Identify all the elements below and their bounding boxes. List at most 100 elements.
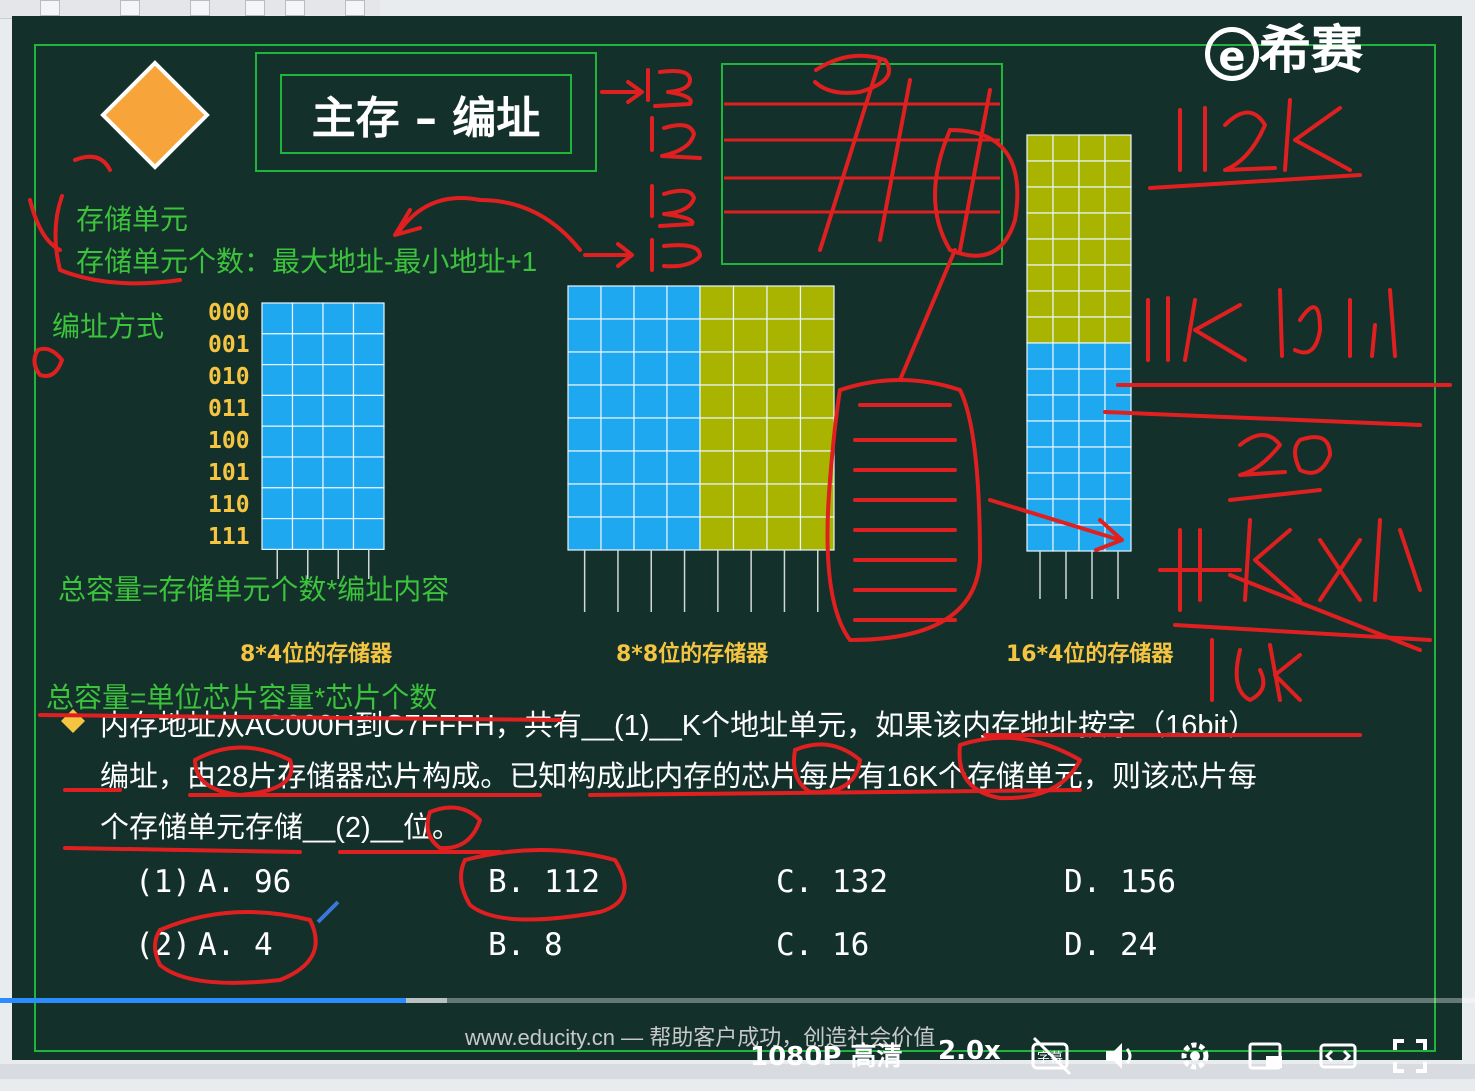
memory-cell bbox=[766, 483, 802, 518]
memory-cell bbox=[666, 318, 701, 353]
memory-cell bbox=[699, 351, 735, 386]
video-player[interactable]: e 希赛 主存 – 编址 存储单元 存储单元个数：最大地址-最小地址+1 编址方式… bbox=[0, 0, 1475, 1079]
memory-cell bbox=[567, 318, 602, 353]
memory-16x4-bottom bbox=[1026, 342, 1132, 552]
memory-cell bbox=[699, 483, 735, 518]
memory-cell bbox=[1052, 290, 1080, 318]
memory-cell bbox=[1078, 186, 1106, 214]
memory-cell bbox=[1078, 134, 1106, 162]
memory-cell bbox=[766, 384, 802, 419]
memory-cell bbox=[633, 318, 668, 353]
memory-cell bbox=[1026, 134, 1054, 162]
memory-cell bbox=[261, 364, 294, 397]
memory-cell bbox=[1026, 316, 1054, 344]
memory-cell bbox=[1026, 498, 1054, 526]
progress-played[interactable] bbox=[0, 998, 406, 1003]
memory-cell bbox=[666, 417, 701, 452]
memory-cell bbox=[1052, 420, 1080, 448]
theater-icon[interactable] bbox=[1318, 1036, 1358, 1076]
memory-cell bbox=[666, 285, 701, 320]
memory-cell bbox=[291, 517, 324, 550]
memory-cell bbox=[1078, 238, 1106, 266]
memory-cell bbox=[1052, 394, 1080, 422]
memory-cell bbox=[633, 351, 668, 386]
memory-cell bbox=[1104, 290, 1132, 318]
memory-cell bbox=[1052, 472, 1080, 500]
memory-cell bbox=[352, 302, 385, 335]
question-line-3: 个存储单元存储__(2)__位。 bbox=[100, 812, 461, 844]
memory-cell bbox=[1052, 134, 1080, 162]
memory-cell bbox=[799, 318, 835, 353]
question-bullet-icon bbox=[60, 708, 86, 738]
memory-cell bbox=[666, 450, 701, 485]
memory-cell bbox=[291, 333, 324, 366]
q2-option-c: C. 16 bbox=[776, 927, 870, 963]
memory-cell bbox=[567, 483, 602, 518]
quality-button[interactable]: 1080P 高清 bbox=[750, 1036, 902, 1073]
memory-cell bbox=[567, 285, 602, 320]
memory-cell bbox=[766, 318, 802, 353]
memory-cell bbox=[352, 487, 385, 520]
memory-cell bbox=[1104, 342, 1132, 370]
memory-cell bbox=[600, 417, 635, 452]
memory-cell bbox=[1104, 472, 1132, 500]
memory-cell bbox=[732, 318, 768, 353]
speed-button[interactable]: 2.0x bbox=[938, 1036, 1001, 1066]
memory-cell bbox=[732, 483, 768, 518]
memory-cell bbox=[732, 516, 768, 551]
memory-cell bbox=[600, 351, 635, 386]
memory-cell bbox=[766, 516, 802, 551]
memory-cell bbox=[1078, 290, 1106, 318]
subtitle-off-icon[interactable]: 字幕 bbox=[1030, 1036, 1072, 1076]
memory-diagrams bbox=[261, 63, 1132, 612]
memory-cell bbox=[261, 517, 294, 550]
memory-cell bbox=[1026, 264, 1054, 292]
pip-icon[interactable] bbox=[1246, 1036, 1286, 1076]
sketch-box bbox=[721, 63, 1003, 265]
memory-cell bbox=[1026, 524, 1054, 552]
memory-cell bbox=[291, 487, 324, 520]
memory-cell bbox=[1026, 420, 1054, 448]
memory-cell bbox=[1078, 316, 1106, 344]
caption-8x4: 8*4位的存储器 bbox=[240, 642, 393, 667]
settings-icon[interactable] bbox=[1175, 1036, 1215, 1076]
memory-cell bbox=[732, 384, 768, 419]
memory-cell bbox=[666, 351, 701, 386]
memory-cell bbox=[1078, 342, 1106, 370]
memory-cell bbox=[732, 450, 768, 485]
memory-cell bbox=[799, 516, 835, 551]
memory-8x8-left bbox=[567, 285, 701, 551]
memory-cell bbox=[799, 450, 835, 485]
memory-cell bbox=[1078, 264, 1106, 292]
memory-cell bbox=[1104, 264, 1132, 292]
memory-cell bbox=[1026, 394, 1054, 422]
memory-cell bbox=[600, 285, 635, 320]
memory-cell bbox=[1026, 212, 1054, 240]
memory-cell bbox=[1104, 134, 1132, 162]
memory-cell bbox=[1026, 342, 1054, 370]
memory-8x4 bbox=[261, 302, 385, 550]
memory-cell bbox=[352, 456, 385, 489]
memory-cell bbox=[666, 483, 701, 518]
memory-cell bbox=[1052, 342, 1080, 370]
memory-cell bbox=[567, 384, 602, 419]
fullscreen-icon[interactable] bbox=[1390, 1036, 1430, 1076]
memory-cell bbox=[1052, 186, 1080, 214]
memory-cell bbox=[1026, 472, 1054, 500]
memory-16x4-top bbox=[1026, 134, 1132, 344]
memory-cell bbox=[1052, 446, 1080, 474]
q2-prefix: (2) bbox=[135, 927, 191, 963]
memory-cell bbox=[799, 351, 835, 386]
q1-prefix: (1) bbox=[135, 864, 191, 900]
volume-icon[interactable] bbox=[1100, 1036, 1140, 1076]
q1-option-a: A. 96 bbox=[198, 864, 292, 900]
memory-8x8-right bbox=[699, 285, 835, 551]
memory-cell bbox=[261, 394, 294, 427]
memory-cell bbox=[352, 364, 385, 397]
memory-cell bbox=[352, 394, 385, 427]
memory-cell bbox=[699, 516, 735, 551]
memory-cell bbox=[1052, 264, 1080, 292]
memory-cell bbox=[1026, 238, 1054, 266]
memory-cell bbox=[1104, 498, 1132, 526]
memory-cell bbox=[799, 384, 835, 419]
